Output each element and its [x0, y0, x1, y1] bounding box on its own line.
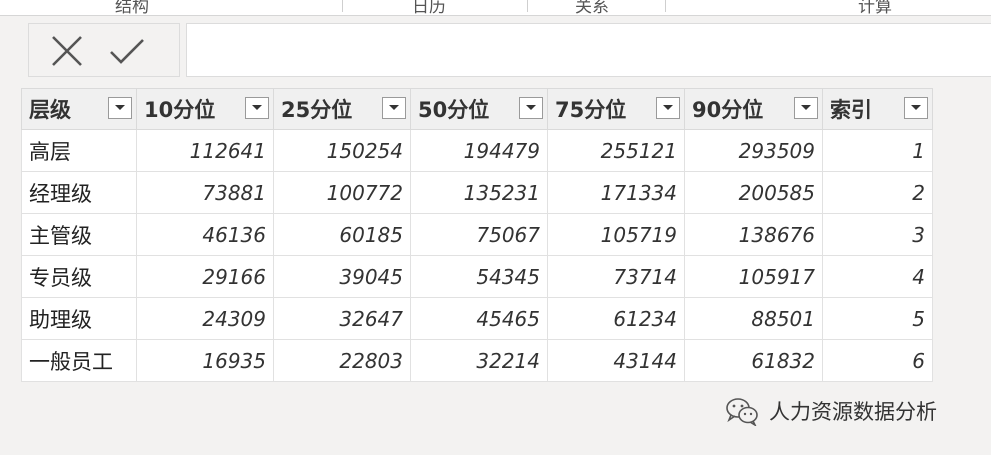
table-cell[interactable]: 54345 [410, 255, 548, 298]
table-cell-index[interactable]: 3 [822, 213, 933, 256]
ribbon-group-structure: 结构 [115, 0, 149, 16]
filter-dropdown-button[interactable] [794, 97, 818, 119]
formula-bar-buttons [28, 23, 180, 77]
table-cell-level[interactable]: 经理级 [21, 171, 137, 214]
table-row: 助理级 24309 32647 45465 61234 88501 5 [21, 297, 933, 340]
table-cell[interactable]: 32647 [273, 297, 411, 340]
table-cell-index[interactable]: 2 [822, 171, 933, 214]
filter-dropdown-button[interactable] [904, 97, 928, 119]
column-header[interactable]: 10分位 [136, 88, 274, 130]
column-header-label: 90分位 [692, 98, 764, 122]
table-cell[interactable]: 112641 [136, 129, 274, 172]
table-cell[interactable]: 16935 [136, 339, 274, 382]
ribbon-group-calendar: 日历 [412, 0, 446, 16]
table-cell[interactable]: 194479 [410, 129, 548, 172]
table-cell-index[interactable]: 6 [822, 339, 933, 382]
table-cell[interactable]: 100772 [273, 171, 411, 214]
table-row: 高层 112641 150254 194479 255121 293509 1 [21, 129, 933, 172]
wechat-icon [726, 398, 758, 426]
formula-input[interactable] [186, 23, 991, 77]
check-icon [110, 39, 144, 64]
ribbon-separator [342, 0, 343, 12]
table-cell[interactable]: 75067 [410, 213, 548, 256]
column-header-label: 层级 [29, 98, 71, 122]
table-cell[interactable]: 200585 [684, 171, 823, 214]
column-header-label: 10分位 [144, 98, 216, 122]
ribbon-separator [665, 0, 666, 12]
table-cell[interactable]: 22803 [273, 339, 411, 382]
table-cell[interactable]: 61832 [684, 339, 823, 382]
table-row: 一般员工 16935 22803 32214 43144 61832 6 [21, 339, 933, 382]
table-cell-level[interactable]: 一般员工 [21, 339, 137, 382]
ribbon-group-relationships: 关系 [575, 0, 609, 16]
filter-dropdown-button[interactable] [519, 97, 543, 119]
table-cell[interactable]: 73714 [547, 255, 685, 298]
table-cell[interactable]: 39045 [273, 255, 411, 298]
commit-button[interactable] [107, 34, 147, 68]
table-cell[interactable]: 171334 [547, 171, 685, 214]
cancel-button[interactable] [47, 34, 87, 68]
table-cell-level[interactable]: 主管级 [21, 213, 137, 256]
ribbon-group-calculations: 计算 [858, 0, 892, 16]
table-row: 主管级 46136 60185 75067 105719 138676 3 [21, 213, 933, 256]
ribbon-group-labels: 结构 日历 关系 计算 [0, 0, 991, 16]
table-cell-index[interactable]: 4 [822, 255, 933, 298]
table-cell[interactable]: 105719 [547, 213, 685, 256]
table-row: 经理级 73881 100772 135231 171334 200585 2 [21, 171, 933, 214]
column-header-label: 25分位 [281, 98, 353, 122]
table-cell-level[interactable]: 专员级 [21, 255, 137, 298]
watermark-text: 人力资源数据分析 [769, 400, 937, 424]
table-cell[interactable]: 43144 [547, 339, 685, 382]
ribbon-separator [527, 0, 528, 12]
column-header[interactable]: 90分位 [684, 88, 823, 130]
table-cell[interactable]: 293509 [684, 129, 823, 172]
table-row: 专员级 29166 39045 54345 73714 105917 4 [21, 255, 933, 298]
table-cell-level[interactable]: 助理级 [21, 297, 137, 340]
table-cell[interactable]: 61234 [547, 297, 685, 340]
table-cell-index[interactable]: 1 [822, 129, 933, 172]
filter-dropdown-button[interactable] [656, 97, 680, 119]
filter-dropdown-button[interactable] [245, 97, 269, 119]
table-cell[interactable]: 45465 [410, 297, 548, 340]
filter-dropdown-button[interactable] [108, 97, 132, 119]
table-cell[interactable]: 73881 [136, 171, 274, 214]
table-header-row: 层级 10分位 25分位 50分位 75分位 90分位 索引 [21, 88, 933, 130]
column-header[interactable]: 50分位 [410, 88, 548, 130]
data-table: 层级 10分位 25分位 50分位 75分位 90分位 索引 高层 112641… [21, 88, 933, 382]
column-header-label: 50分位 [418, 98, 490, 122]
filter-dropdown-button[interactable] [382, 97, 406, 119]
column-header[interactable]: 75分位 [547, 88, 685, 130]
column-header-label: 索引 [830, 98, 872, 122]
watermark: 人力资源数据分析 [725, 395, 937, 427]
column-header[interactable]: 25分位 [273, 88, 411, 130]
column-header[interactable]: 索引 [822, 88, 933, 130]
column-header-label: 75分位 [555, 98, 627, 122]
table-cell[interactable]: 255121 [547, 129, 685, 172]
close-icon [52, 36, 82, 66]
table-cell[interactable]: 138676 [684, 213, 823, 256]
column-header[interactable]: 层级 [21, 88, 137, 130]
table-cell[interactable]: 150254 [273, 129, 411, 172]
table-cell[interactable]: 46136 [136, 213, 274, 256]
table-cell[interactable]: 32214 [410, 339, 548, 382]
table-cell[interactable]: 60185 [273, 213, 411, 256]
table-cell[interactable]: 24309 [136, 297, 274, 340]
table-cell[interactable]: 105917 [684, 255, 823, 298]
table-cell[interactable]: 29166 [136, 255, 274, 298]
table-cell[interactable]: 88501 [684, 297, 823, 340]
table-cell[interactable]: 135231 [410, 171, 548, 214]
table-cell-level[interactable]: 高层 [21, 129, 137, 172]
table-cell-index[interactable]: 5 [822, 297, 933, 340]
